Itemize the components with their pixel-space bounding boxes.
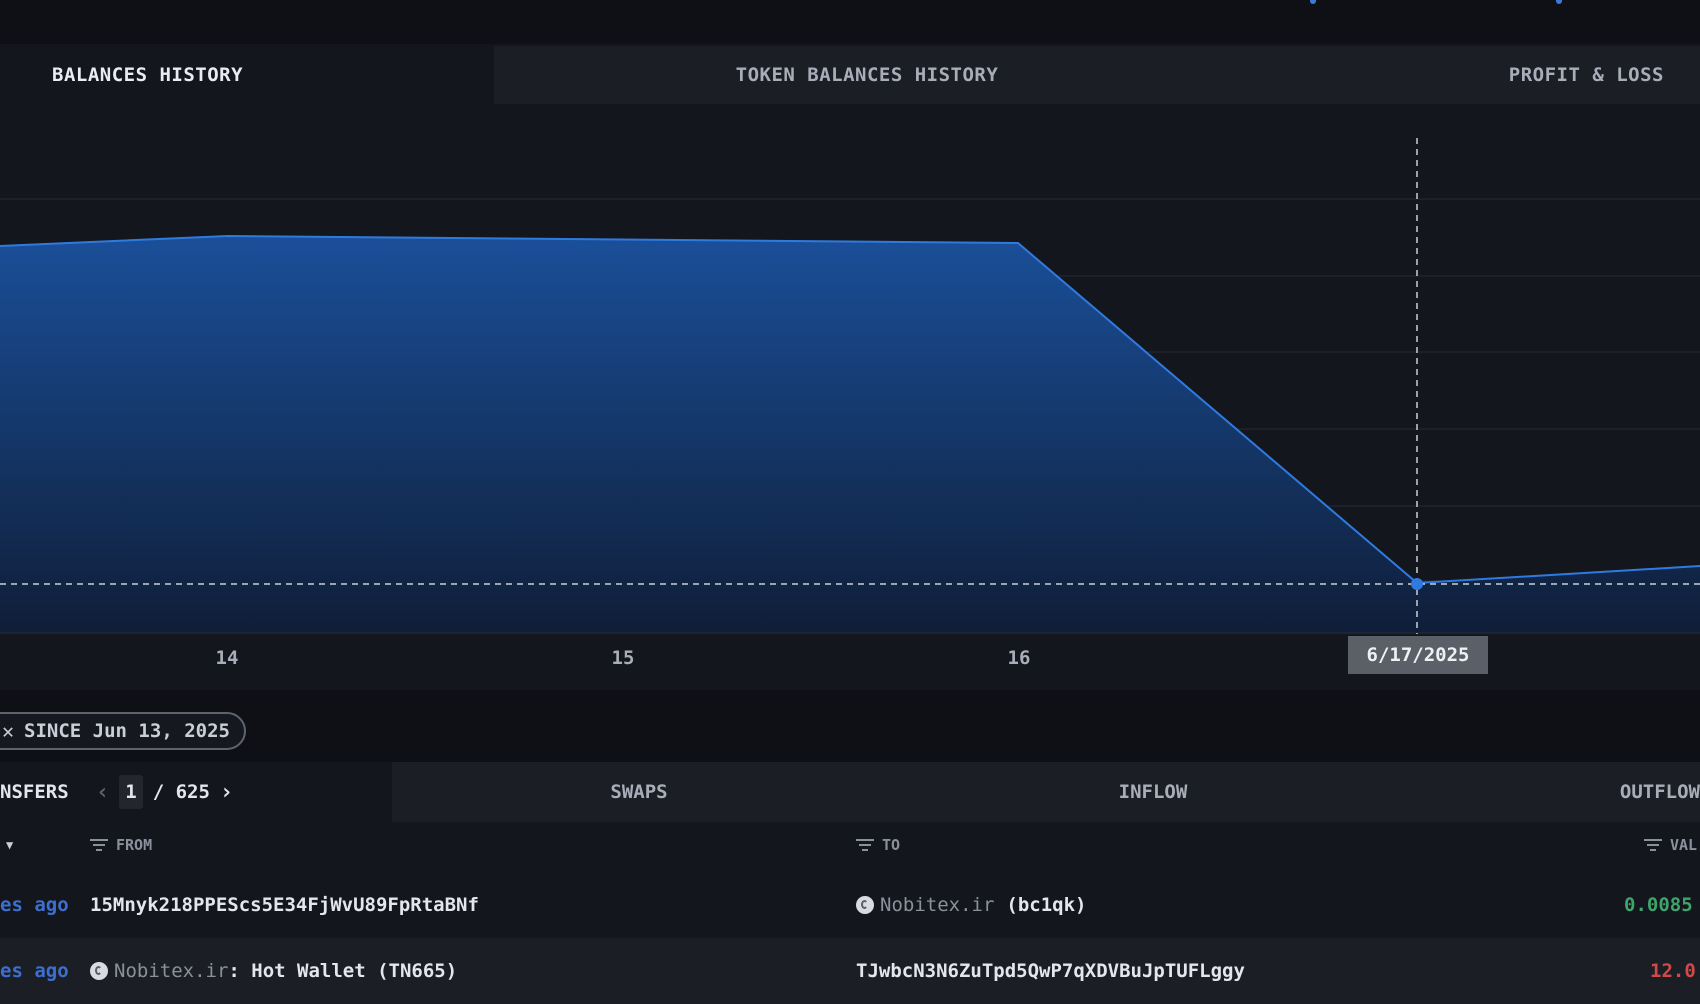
row-time[interactable]: es ago [0,938,69,1004]
hover-point [1411,578,1423,590]
tab-swaps[interactable]: SWAPS [392,762,886,822]
hover-date-label: 6/17/2025 [1348,636,1488,674]
history-tabs: BALANCES HISTORY TOKEN BALANCES HISTORY … [0,46,1700,104]
column-from[interactable]: FROM [90,822,152,868]
entity-icon [856,896,874,914]
entity-icon [90,962,108,980]
chevron-right-icon[interactable]: › [220,780,233,805]
filter-icon[interactable] [90,839,108,851]
table-header: ▼ FROM TO VAL [0,822,1700,868]
balance-area [0,236,1700,633]
since-filter-chip[interactable]: ✕ SINCE Jun 13, 2025 [0,712,246,750]
balances-chart[interactable]: 14 15 16 [0,104,1700,690]
filter-icon[interactable] [856,839,874,851]
pagination: ‹ 1 / 625 › [96,762,233,822]
chevron-left-icon[interactable]: ‹ [96,780,109,805]
row-value: 12.0 [1650,960,1696,982]
page-total: / 625 [152,781,210,803]
top-nav-bar [0,0,1700,44]
tab-inflow[interactable]: INFLOW [886,762,1420,822]
nav-indicator [1310,0,1316,4]
x-tick-label: 16 [1008,647,1031,669]
row-to-suffix: (bc1qk) [1006,894,1087,916]
tab-profit-loss[interactable]: PROFIT & LOSS [1240,46,1700,104]
column-value-label: VAL [1670,836,1698,854]
table-row[interactable]: es ago Nobitex.ir : Hot Wallet (TN665) T… [0,938,1700,1004]
since-filter-label: SINCE Jun 13, 2025 [24,720,230,742]
tab-transfers-label: NSFERS [0,781,69,803]
row-from-address[interactable]: 15Mnyk218PPEScs5E34FjWvU89FpRtaBNf [90,872,479,938]
tab-transfers[interactable]: NSFERS ‹ 1 / 625 › [0,762,392,822]
row-value: 0.0085 [1624,894,1693,916]
tab-token-balances-history[interactable]: TOKEN BALANCES HISTORY [494,46,1240,104]
close-icon[interactable]: ✕ [2,719,14,743]
table-row[interactable]: es ago 15Mnyk218PPEScs5E34FjWvU89FpRtaBN… [0,872,1700,938]
caret-down-icon[interactable]: ▼ [6,838,13,852]
filter-band [0,690,1700,762]
nav-indicator [1556,0,1562,4]
sort-column[interactable]: ▼ [6,822,13,868]
row-to-address[interactable]: TJwbcN3N6ZuTpd5QwP7qXDVBuJpTUFLggy [856,938,1245,1004]
row-to-entity[interactable]: Nobitex.ir [880,894,994,916]
filter-icon[interactable] [1644,839,1662,851]
row-to[interactable]: Nobitex.ir (bc1qk) [856,872,1086,938]
column-value[interactable]: VAL [1644,822,1697,868]
x-tick-label: 15 [612,647,635,669]
column-to-label: TO [882,836,901,854]
page-current[interactable]: 1 [119,775,143,809]
row-from-suffix: : Hot Wallet (TN665) [228,960,458,982]
row-from[interactable]: Nobitex.ir : Hot Wallet (TN665) [90,938,457,1004]
row-from-entity[interactable]: Nobitex.ir [114,960,228,982]
column-from-label: FROM [116,836,153,854]
tab-balances-history[interactable]: BALANCES HISTORY [0,46,494,104]
activity-tabs: NSFERS ‹ 1 / 625 › SWAPS INFLOW OUTFLOW [0,762,1700,822]
tab-outflow[interactable]: OUTFLOW [1420,762,1700,822]
row-time[interactable]: es ago [0,872,69,938]
chart-svg: 14 15 16 [0,138,1700,669]
column-to[interactable]: TO [856,822,900,868]
x-tick-label: 14 [216,647,239,669]
